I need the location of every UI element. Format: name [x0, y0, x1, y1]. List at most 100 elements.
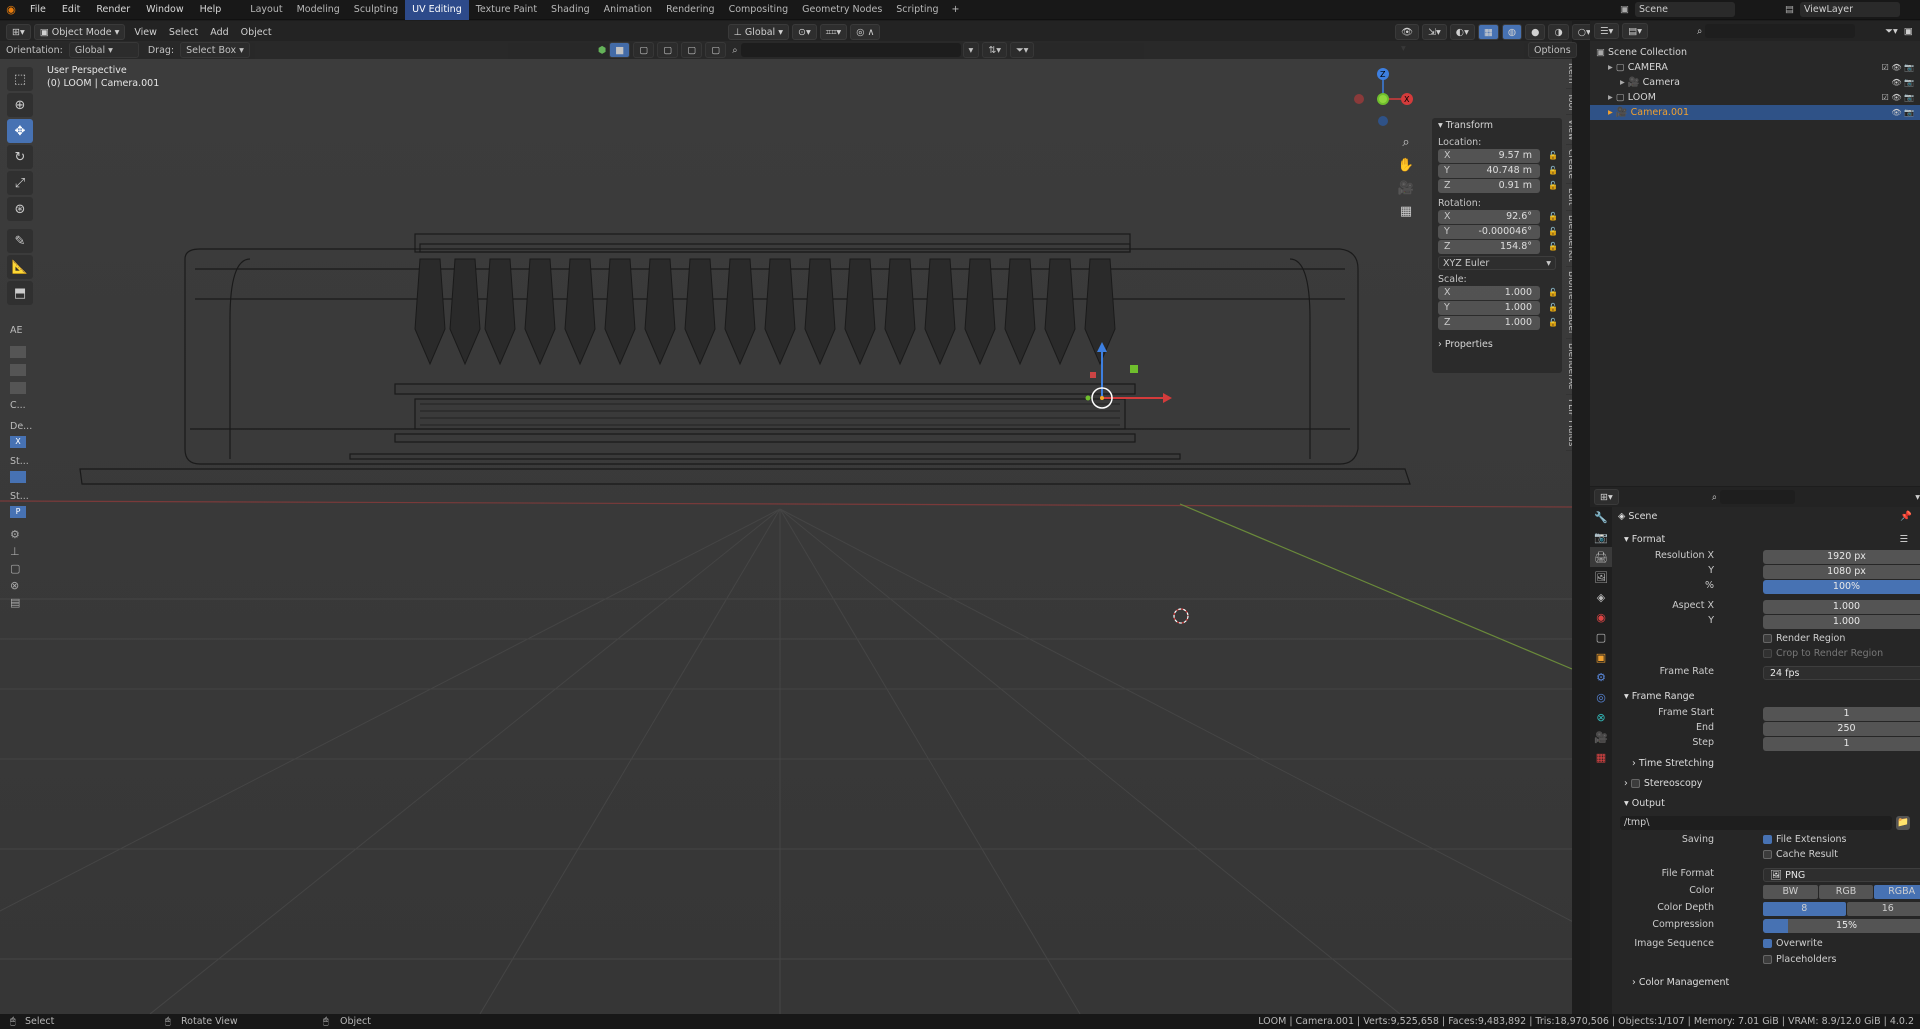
render-region-checkbox[interactable]	[1763, 634, 1772, 643]
measure-tool-icon[interactable]: 📐	[7, 255, 33, 279]
aspect-y-field[interactable]: 1.000	[1763, 615, 1920, 629]
scale-z-field[interactable]: Z 1.000	[1438, 316, 1540, 330]
snap-icon[interactable]: ⌗⌗▾	[819, 24, 848, 40]
resolution-x-field[interactable]: 1920 px	[1763, 550, 1920, 564]
ortho-grid-icon[interactable]: ▦	[1396, 200, 1416, 223]
cursor-tool-icon[interactable]: ⊕	[7, 93, 33, 117]
lock-icon[interactable]: 🔓	[1548, 164, 1558, 178]
output-tab-icon[interactable]: 🖨	[1590, 547, 1612, 567]
color-option-bw[interactable]: BW	[1763, 885, 1818, 899]
add-workspace-icon[interactable]: +	[946, 4, 966, 15]
wireframe-shading-icon[interactable]: ◍	[1501, 24, 1523, 40]
addon-icon-column[interactable]: ⚙ ⊥ ▢ ⊗ ▤	[10, 526, 40, 611]
outliner-row-camera[interactable]: ▸ 🎥 Camera 👁 📷	[1590, 75, 1920, 90]
drag-dropdown[interactable]: Select Box ▾	[180, 42, 250, 58]
sidebar-tab-tool[interactable]: Tool	[1566, 89, 1572, 115]
select-tool-icon[interactable]: ⬚	[7, 67, 33, 91]
addon-swatch-2[interactable]	[10, 364, 26, 376]
properties-editor-icon[interactable]: ⊞▾	[1594, 489, 1619, 505]
workspace-tab-animation[interactable]: Animation	[597, 0, 659, 20]
stereoscopy-section[interactable]: › Stereoscopy	[1614, 775, 1920, 793]
funnel-icon[interactable]: ⏷▾	[1010, 42, 1035, 58]
sidebar-tab-blenderkit[interactable]: BlenderKit	[1566, 211, 1572, 267]
depth-option-16[interactable]: 16	[1846, 902, 1920, 916]
file-extensions-option[interactable]: File Extensions	[1763, 834, 1847, 845]
lock-icon[interactable]: 🔓	[1548, 240, 1558, 254]
menu-add[interactable]: Add	[204, 27, 234, 38]
mode-dropdown[interactable]: ▣ Object Mode ▾	[33, 24, 126, 40]
workspace-tab-rendering[interactable]: Rendering	[659, 0, 722, 20]
menu-help[interactable]: Help	[192, 0, 230, 20]
resolution-percent-field[interactable]: 100%	[1763, 580, 1920, 594]
depth-option-8[interactable]: 8	[1763, 902, 1846, 916]
pan-hand-icon[interactable]: ✋	[1396, 154, 1416, 177]
visibility-icon[interactable]: 👁▾	[1395, 24, 1420, 54]
new-collection-icon[interactable]: ▣	[1904, 26, 1913, 37]
menu-render[interactable]: Render	[88, 0, 138, 20]
viewport-search-input[interactable]	[740, 43, 961, 57]
frame-step-field[interactable]: 1	[1763, 737, 1920, 751]
sidebar-tab-item[interactable]: Item	[1566, 59, 1572, 89]
frame-start-field[interactable]: 1	[1763, 707, 1920, 721]
view-layer-tab-icon[interactable]: 🖼	[1590, 567, 1612, 587]
compression-slider[interactable]: 15%	[1763, 919, 1920, 933]
outliner-search-input[interactable]	[1705, 24, 1856, 38]
lock-icon[interactable]: 🔓	[1548, 301, 1558, 315]
visibility-toggle-icon[interactable]: ☑ 👁 📷	[1882, 60, 1914, 75]
rotation-y-field[interactable]: Y -0.000046°	[1438, 225, 1540, 239]
workspace-tab-uv-editing[interactable]: UV Editing	[405, 0, 469, 20]
solid-shading-icon[interactable]: ●	[1525, 24, 1546, 40]
rotate-tool-icon[interactable]: ↻	[7, 145, 33, 169]
sidebar-tab-biome-reader[interactable]: Biome-Reader	[1566, 267, 1572, 340]
visibility-toggle-icon[interactable]: 👁 📷	[1891, 75, 1914, 90]
format-section-header[interactable]: ▾ Format ☰	[1614, 531, 1920, 549]
view-options-icon[interactable]: ⇅▾	[982, 42, 1008, 58]
cache-result-checkbox[interactable]	[1763, 850, 1772, 859]
stereoscopy-checkbox[interactable]	[1630, 779, 1640, 788]
placeholders-option[interactable]: Placeholders	[1763, 954, 1836, 965]
time-stretching-section[interactable]: › Time Stretching	[1614, 755, 1920, 773]
location-y-field[interactable]: Y 40.748 m	[1438, 164, 1540, 178]
workspace-tab-sculpting[interactable]: Sculpting	[347, 0, 405, 20]
sidebar-tab-blenderae[interactable]: BlenderAe	[1566, 339, 1572, 395]
lock-icon[interactable]: 🔓	[1548, 316, 1558, 330]
outliner-filter-icon[interactable]: ⏷▾	[1885, 26, 1897, 37]
blender-logo-icon[interactable]: ◉	[0, 3, 22, 16]
gizmo-icon[interactable]: ⇲▾	[1422, 24, 1447, 40]
filter-empty-icon[interactable]: ▢	[705, 42, 727, 58]
display-mode-icon[interactable]: ▤▾	[1622, 23, 1649, 39]
sidebar-tab-view[interactable]: View	[1566, 115, 1572, 146]
transform-tool-icon[interactable]: ⊛	[7, 197, 33, 221]
filter-colors-icon[interactable]: ⬢	[598, 45, 606, 56]
placeholders-checkbox[interactable]	[1763, 955, 1772, 964]
outliner-row-camera-001[interactable]: ▸ 🎥 Camera.001 👁 📷	[1590, 105, 1920, 120]
menu-object[interactable]: Object	[235, 27, 278, 38]
pin-icon[interactable]: 📌	[1900, 509, 1912, 525]
scale-x-field[interactable]: X 1.000	[1438, 286, 1540, 300]
menu-view[interactable]: View	[128, 27, 163, 38]
aspect-x-field[interactable]: 1.000	[1763, 600, 1920, 614]
texture-tab-icon[interactable]: ▦	[1590, 747, 1612, 767]
workspace-tab-layout[interactable]: Layout	[243, 0, 289, 20]
scene-tab-icon[interactable]: ◈	[1590, 587, 1612, 607]
viewlayer-selector[interactable]: ▤ ViewLayer	[1785, 2, 1900, 17]
visibility-toggle-icon[interactable]: 👁 📷	[1891, 105, 1914, 120]
rotation-z-field[interactable]: Z 154.8°	[1438, 240, 1540, 254]
resolution-y-field[interactable]: 1080 px	[1763, 565, 1920, 579]
pivot-icon[interactable]: ⊙▾	[792, 24, 817, 40]
render-tab-icon[interactable]: 📷	[1590, 527, 1612, 547]
workspace-tab-scripting[interactable]: Scripting	[889, 0, 945, 20]
frame-range-section-header[interactable]: ▾ Frame Range	[1614, 688, 1920, 706]
3d-viewport[interactable]: User Perspective (0) LOOM | Camera.001 ⬚…	[0, 59, 1572, 1014]
modifier-tab-icon[interactable]: ⚙	[1590, 667, 1612, 687]
color-management-section[interactable]: › Color Management	[1614, 974, 1920, 992]
properties-search-input[interactable]	[1720, 490, 1796, 504]
output-section-header[interactable]: ▾ Output	[1614, 795, 1920, 813]
editor-type-icon[interactable]: ⊞▾	[6, 24, 31, 40]
cache-result-option[interactable]: Cache Result	[1763, 849, 1838, 860]
move-tool-icon[interactable]: ✥	[7, 119, 33, 143]
location-x-field[interactable]: X 9.57 m	[1438, 149, 1540, 163]
filter-mesh-icon[interactable]: ■	[609, 42, 631, 58]
add-cube-tool-icon[interactable]: ⬒	[7, 281, 33, 305]
lock-icon[interactable]: 🔓	[1548, 225, 1558, 239]
